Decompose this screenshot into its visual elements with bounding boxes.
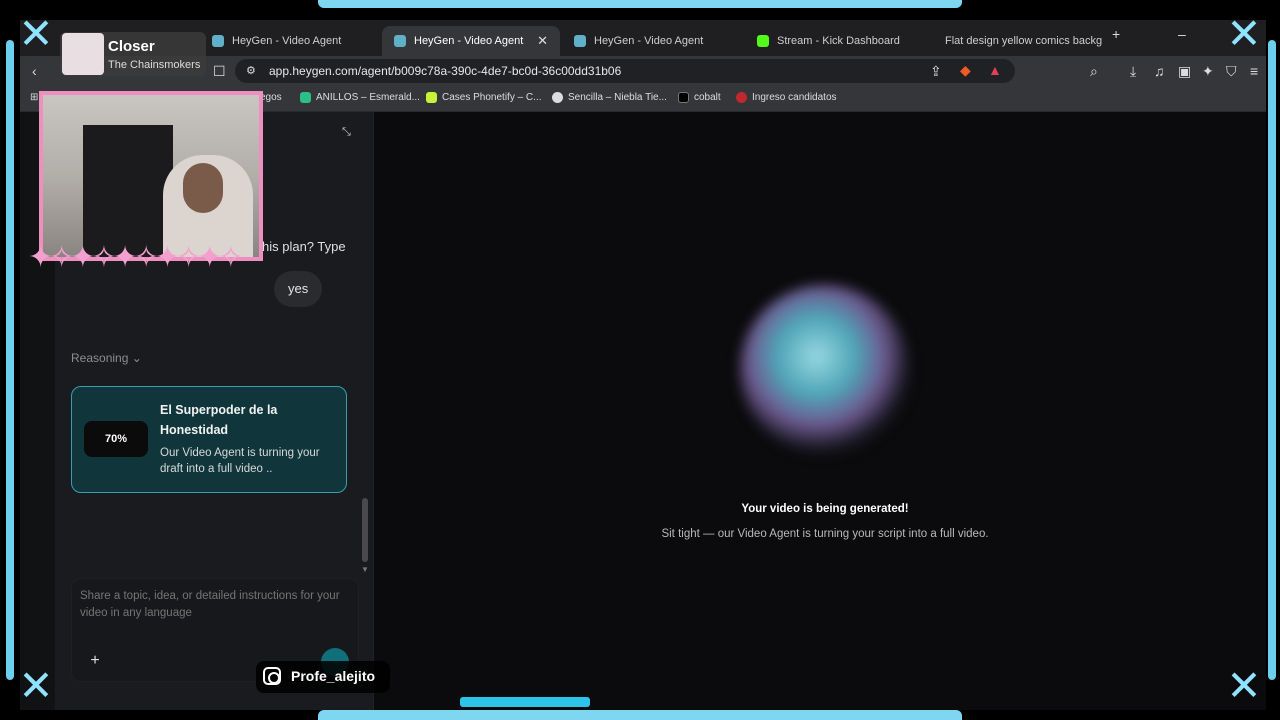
site-settings-icon[interactable]: ⚙ xyxy=(246,64,256,77)
tab-label: Flat design yellow comics backg xyxy=(945,35,1103,47)
overlay-frame-bottom xyxy=(318,710,962,720)
bookmark-juegos[interactable]: egos xyxy=(260,92,282,103)
bookmark-label: Sencilla – Niebla Tie... xyxy=(568,92,667,103)
tab-label: HeyGen - Video Agent xyxy=(594,35,704,47)
url-text: app.heygen.com/agent/b009c78a-390c-4de7-… xyxy=(269,64,622,78)
reasoning-label: Reasoning xyxy=(71,351,129,365)
vpn-icon[interactable]: ⛉ xyxy=(1226,63,1237,80)
instagram-icon xyxy=(263,667,281,685)
bookmark-label: Ingreso candidatos xyxy=(752,92,837,103)
album-art xyxy=(62,33,104,75)
tab-kick[interactable]: Stream - Kick Dashboard xyxy=(745,26,921,56)
back-icon[interactable]: ‹ xyxy=(32,63,37,79)
user-message: yes xyxy=(274,271,323,307)
song-artist: The Chainsmokers xyxy=(108,59,201,71)
heygen-favicon-icon xyxy=(394,35,406,47)
kick-favicon-icon xyxy=(757,35,769,47)
close-tab-icon[interactable]: ✕ xyxy=(537,33,548,49)
bookmark-favicon-icon xyxy=(736,92,747,103)
share-icon[interactable]: ⇪ xyxy=(930,63,942,80)
sidebar-icon[interactable]: ▣ xyxy=(1178,63,1191,80)
brave-shield-icon[interactable]: ◆ xyxy=(960,62,971,79)
bookmark-favicon-icon xyxy=(300,92,311,103)
heygen-favicon-icon xyxy=(212,35,224,47)
progress-badge: 70% xyxy=(84,421,148,457)
add-attachment-button[interactable]: + xyxy=(84,650,106,672)
tab-heygen-2[interactable]: HeyGen - Video Agent ✕ xyxy=(382,26,560,56)
bookmark-label: cobalt xyxy=(694,92,721,103)
menu-icon[interactable]: ≡ xyxy=(1250,63,1258,79)
tab-label: Stream - Kick Dashboard xyxy=(777,35,900,47)
bookmark-label: Cases Phonetify – C... xyxy=(442,92,542,103)
overlay-glow-bar xyxy=(460,697,590,707)
address-bar: ‹ ☐ ⚙ app.heygen.com/agent/b009c78a-390c… xyxy=(20,56,1266,86)
generating-orb xyxy=(740,285,910,455)
video-title: El Superpoder de la Honestidad xyxy=(160,403,278,437)
tab-label: HeyGen - Video Agent xyxy=(414,35,524,47)
download-icon[interactable]: ⤓ xyxy=(1130,63,1136,80)
reasoning-toggle[interactable]: Reasoning ⌄ xyxy=(71,351,142,365)
brave-rewards-icon[interactable]: ▲ xyxy=(988,62,1002,78)
leo-ai-icon[interactable]: ✦ xyxy=(1202,63,1214,80)
chevron-down-icon: ⌄ xyxy=(131,351,142,365)
bookmark-label: egos xyxy=(260,92,282,103)
bookmark-anillos[interactable]: ANILLOS – Esmerald... xyxy=(300,92,420,103)
bookmark-cases[interactable]: Cases Phonetify – C... xyxy=(426,92,542,103)
music-icon[interactable]: ♫ xyxy=(1154,63,1165,79)
generation-status-title: Your video is being generated! xyxy=(741,503,909,515)
tab-heygen-3[interactable]: HeyGen - Video Agent xyxy=(562,26,742,56)
bookmark-label: ANILLOS – Esmerald... xyxy=(316,92,420,103)
generation-status-subtitle: Sit tight — our Video Agent is turning y… xyxy=(661,528,989,540)
overlay-corner-icon: ✕ xyxy=(18,662,54,709)
prompt-input[interactable] xyxy=(80,588,350,630)
search-tabs-icon[interactable]: ⌕ xyxy=(1090,63,1098,80)
overlay-corner-icon: ✕ xyxy=(1226,10,1262,57)
bookmark-ingreso[interactable]: Ingreso candidatos xyxy=(736,92,837,103)
scroll-down-icon[interactable]: ▼ xyxy=(361,565,369,574)
song-title: Closer xyxy=(108,38,155,55)
overlay-frame-top xyxy=(318,0,962,8)
bookmark-icon[interactable]: ☐ xyxy=(213,63,226,80)
minimize-icon[interactable]: – xyxy=(1178,26,1186,42)
bookmark-favicon-icon xyxy=(426,92,437,103)
overlay-frame-right xyxy=(1268,40,1276,680)
overlay-corner-icon: ✕ xyxy=(18,10,54,57)
chat-scrollbar[interactable] xyxy=(362,498,368,562)
social-handle: Profe_alejito xyxy=(291,668,376,684)
cobalt-icon xyxy=(678,92,689,103)
webcam-decoration: ✦✧✦✧✦✧✦✧✦✧ xyxy=(28,241,243,274)
tab-bar: HeyGen - Video Agent HeyGen - Video Agen… xyxy=(20,20,1266,56)
tab-heygen-1[interactable]: HeyGen - Video Agent xyxy=(200,26,380,56)
tab-label: HeyGen - Video Agent xyxy=(232,35,342,47)
bookmark-sencilla[interactable]: Sencilla – Niebla Tie... xyxy=(552,92,667,103)
webcam-head xyxy=(183,163,223,213)
tab-flat-design[interactable]: Flat design yellow comics backg xyxy=(925,26,1105,56)
new-tab-button[interactable]: + xyxy=(1112,26,1120,42)
overlay-corner-icon: ✕ xyxy=(1226,662,1262,709)
collapse-panel-icon[interactable]: ⤡ xyxy=(342,126,351,139)
webcam-overlay xyxy=(39,91,263,261)
overlay-frame-left xyxy=(6,40,14,680)
bookmark-favicon-icon xyxy=(552,92,563,103)
assistant-message: his plan? Type xyxy=(262,239,346,254)
video-status-description: Our Video Agent is turning your draft in… xyxy=(160,447,320,475)
apps-icon[interactable]: ⊞ xyxy=(30,92,38,103)
bookmark-cobalt[interactable]: cobalt xyxy=(678,92,721,103)
heygen-favicon-icon xyxy=(574,35,586,47)
